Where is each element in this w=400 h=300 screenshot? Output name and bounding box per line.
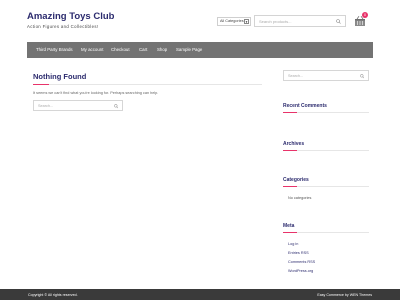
category-select-value: All Categories <box>220 19 244 23</box>
not-found-message: It seems we can't find what you're looki… <box>33 91 159 95</box>
widget-divider <box>283 149 369 151</box>
widget-title-archives: Archives <box>283 141 305 147</box>
search-icon[interactable] <box>359 74 365 79</box>
cart-count-badge: 0 <box>362 12 368 18</box>
search-icon[interactable] <box>113 104 119 109</box>
nav-item-shop[interactable]: Shop <box>157 42 167 58</box>
footer-credit-link[interactable]: Easy Commerce by WEN Themes <box>317 293 372 297</box>
product-search-input[interactable]: Search products... <box>254 15 346 27</box>
nav-item-cart[interactable]: Cart <box>139 42 147 58</box>
site-footer: Copyright © All rights reserved. Easy Co… <box>0 289 400 300</box>
category-select[interactable]: All Categories ▾ <box>217 17 251 26</box>
widget-title-categories: Categories <box>283 177 309 183</box>
sidebar-search-input[interactable]: Search... <box>283 70 369 81</box>
meta-link-comments-rss[interactable]: Comments RSS <box>288 260 315 264</box>
widget-title-recent-comments: Recent Comments <box>283 103 327 109</box>
meta-link-log-in[interactable]: Log in <box>288 242 298 246</box>
meta-link-wordpress-org[interactable]: WordPress.org <box>288 269 313 273</box>
sidebar-search-placeholder: Search... <box>288 74 304 78</box>
meta-link-entries-rss[interactable]: Entries RSS <box>288 251 309 255</box>
footer-copyright: Copyright © All rights reserved. <box>28 293 78 297</box>
widget-title-meta: Meta <box>283 223 295 229</box>
content-search-input[interactable]: Search... <box>33 100 123 111</box>
main-navigation: Third Party Brands My account Checkout C… <box>27 42 373 58</box>
nav-item-checkout[interactable]: Checkout <box>111 42 130 58</box>
product-search-placeholder: Search products... <box>259 19 292 24</box>
page-title: Nothing Found <box>33 72 87 81</box>
widget-divider <box>283 111 369 113</box>
nav-item-sample-page[interactable]: Sample Page <box>176 42 202 58</box>
site-title[interactable]: Amazing Toys Club <box>27 11 114 22</box>
categories-empty-text: No categories <box>288 196 312 200</box>
nav-item-third-party-brands[interactable]: Third Party Brands <box>36 42 73 58</box>
title-divider <box>33 83 262 85</box>
nav-item-my-account[interactable]: My account <box>81 42 103 58</box>
widget-divider <box>283 231 369 233</box>
site-tagline: Action Figures and Collectibles! <box>27 24 99 29</box>
content-search-placeholder: Search... <box>38 104 54 108</box>
widget-divider <box>283 185 369 187</box>
chevron-down-icon: ▾ <box>244 19 249 24</box>
search-icon[interactable] <box>336 19 341 24</box>
